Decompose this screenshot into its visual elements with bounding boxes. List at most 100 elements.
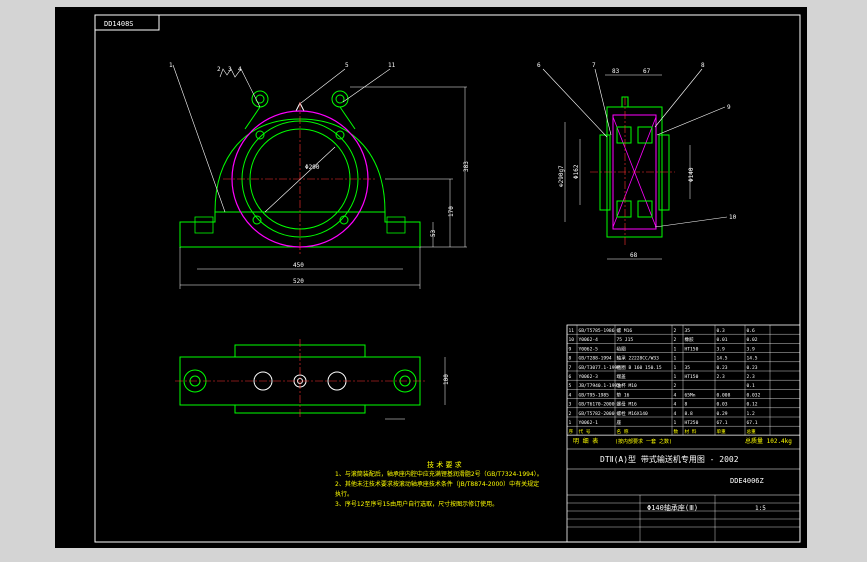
side-roller-top-right: [637, 126, 653, 144]
front-view: Φ290 1 2 3 4 5 11 383 170 53 450 520: [169, 62, 470, 289]
bom-cell: 4: [674, 392, 677, 398]
bom-cell: 5: [569, 383, 572, 389]
bom-cell: 螺栓 M16X140: [617, 410, 649, 417]
bom-cell: 11: [569, 328, 575, 334]
scale: 1:5: [755, 505, 766, 512]
note-line-3: 执行。: [335, 491, 354, 498]
bom-footer-sub: (按内部要求 一套 之数): [615, 438, 672, 445]
bom-cell: 8: [685, 402, 688, 408]
side-dim-162: Φ162: [573, 164, 580, 179]
bom-cell: 1: [674, 420, 677, 426]
bom-cell: 0.6: [747, 328, 756, 334]
bom-cell: 0.3: [717, 328, 726, 334]
bom-cell: Y0062-4: [579, 337, 599, 343]
note-line-1: 1、与滚筒装配后，轴承座内腔中应充满锂基润滑脂2号（GB/T7324-1994）…: [335, 471, 543, 478]
bom-cell: 挡圈 B 160 150.15: [617, 364, 662, 371]
bom-cell: 6: [569, 374, 572, 380]
bom-cell: 数: [674, 428, 679, 435]
bom-cell: 2: [674, 337, 677, 343]
balloon-5-leader: [300, 68, 346, 104]
balloon-6: 6: [537, 62, 541, 69]
balloon-10: 10: [729, 214, 737, 221]
technical-notes: 技 术 要 求 1、与滚筒装配后，轴承座内腔中应充满锂基润滑脂2号（GB/T73…: [335, 460, 625, 510]
dim-520-label: 520: [293, 278, 304, 285]
bom-cell: HT150: [685, 346, 699, 352]
bom-cell: GB/T5782-2000: [579, 411, 615, 417]
bom-cell: 7: [569, 365, 572, 371]
bom-cell: 油杯 M10: [617, 382, 637, 389]
bom-cell: 0.1: [747, 383, 756, 389]
bom-cell: 4: [569, 392, 572, 398]
note-line-2: 2、其他未注技术要求按滚动轴承座技术条件（JB/T8874-2000）中有关规定: [335, 481, 540, 488]
bom-cell: HT250: [685, 420, 699, 426]
notes-heading: 技 术 要 求: [427, 461, 462, 469]
balloon-3: 3: [228, 66, 232, 73]
balloon-7: 7: [592, 62, 596, 69]
bom-cell: 0.23: [747, 365, 758, 371]
bom-cell: 67.1: [717, 420, 728, 426]
side-dim-67: 67: [643, 68, 651, 75]
front-diameter-label: Φ290: [305, 164, 320, 171]
balloon-8: 8: [701, 62, 705, 69]
bom-cell: GB/T5785-1986: [579, 328, 615, 334]
side-dim-83: 83: [612, 68, 620, 75]
bom-cell: 35: [685, 365, 691, 371]
part-title: Φ140轴承座(Ⅲ): [647, 503, 698, 512]
bom-cell: Y0062-5: [579, 346, 599, 352]
bom-cell: 总重: [747, 428, 757, 435]
bom-cell: 序: [569, 428, 574, 435]
bom-cell: 1: [674, 365, 677, 371]
lifting-eye-right: [331, 90, 349, 108]
bom-cell: 8: [569, 356, 572, 362]
bom-cell: 67.1: [747, 420, 758, 426]
bom-cell: 橡胶: [685, 336, 695, 343]
balloon-10-leader: [654, 216, 728, 228]
bom-cell: 毡圈: [617, 345, 627, 352]
balloon-1-leader: [172, 64, 226, 213]
bom-cell: 材 料: [685, 428, 697, 435]
balloon-1: 1: [169, 62, 173, 69]
bom-cell: GB/T95-1985: [579, 392, 610, 398]
side-dim-68: 68: [630, 252, 638, 259]
balloon-8-leader: [654, 68, 703, 128]
side-cover-left: [599, 134, 611, 211]
side-roller-top-left: [616, 126, 632, 144]
bom-cell: 3: [569, 402, 572, 408]
bom-cell: 3.9: [717, 346, 726, 352]
front-bolt-slot-right: [386, 216, 406, 234]
bom-cell: 75 J15: [617, 337, 634, 343]
bom-cell: 4: [674, 411, 677, 417]
dim-170-label: 170: [448, 206, 455, 217]
front-bolt-slot-left: [194, 216, 214, 234]
balloon-2: 2: [217, 66, 221, 73]
drawing-number: DDE4006Z: [730, 477, 764, 485]
side-roller-bottom-left: [616, 200, 632, 218]
balloon-9-leader: [656, 106, 726, 136]
bom-cell: 2.3: [717, 374, 726, 380]
bom-cell: GB/T3077.1-1998: [579, 365, 621, 371]
bom-cell: 0.29: [717, 411, 728, 417]
bom-cell: 螺 M16: [617, 327, 633, 334]
side-dim-290: ⊕290g7: [558, 165, 565, 187]
balloon-7-leader: [594, 68, 612, 136]
plan-dim-label: 100: [443, 374, 450, 385]
bom-cell: 35: [685, 328, 691, 334]
bom-cell: 1: [569, 420, 572, 426]
plan-view: 100: [175, 339, 450, 420]
bom-cell: 9: [569, 346, 572, 352]
balloon-5: 5: [345, 62, 349, 69]
bom-cell: 2: [569, 411, 572, 417]
bom-cell: JB/T7940.1-1995: [579, 383, 621, 389]
drawing-sheet: DD1408S Φ290 1 2 3 4 5 11 383 170 53 450…: [55, 7, 807, 548]
note-line-4: 3、序号12至序号15由用户自行选取，尺寸按图示修订使用。: [335, 501, 499, 508]
bom-cell: 3.9: [747, 346, 756, 352]
bom-cell: 垫 16: [617, 391, 630, 398]
bom-cell: 螺母 M16: [617, 401, 637, 408]
balloon-11-leader: [342, 68, 391, 103]
bom-cell: 端盖: [617, 373, 627, 380]
bom-cell: 代 号: [579, 428, 591, 435]
bom-table: 11 GB/T5785-1986 螺 M16 2 35 0.3 0.610 Y0062-4 75…: [566, 325, 801, 436]
bom-cell: 14.5: [717, 356, 728, 362]
bom-cell: 0.02: [747, 337, 758, 343]
bom-cell: 0.12: [747, 402, 758, 408]
